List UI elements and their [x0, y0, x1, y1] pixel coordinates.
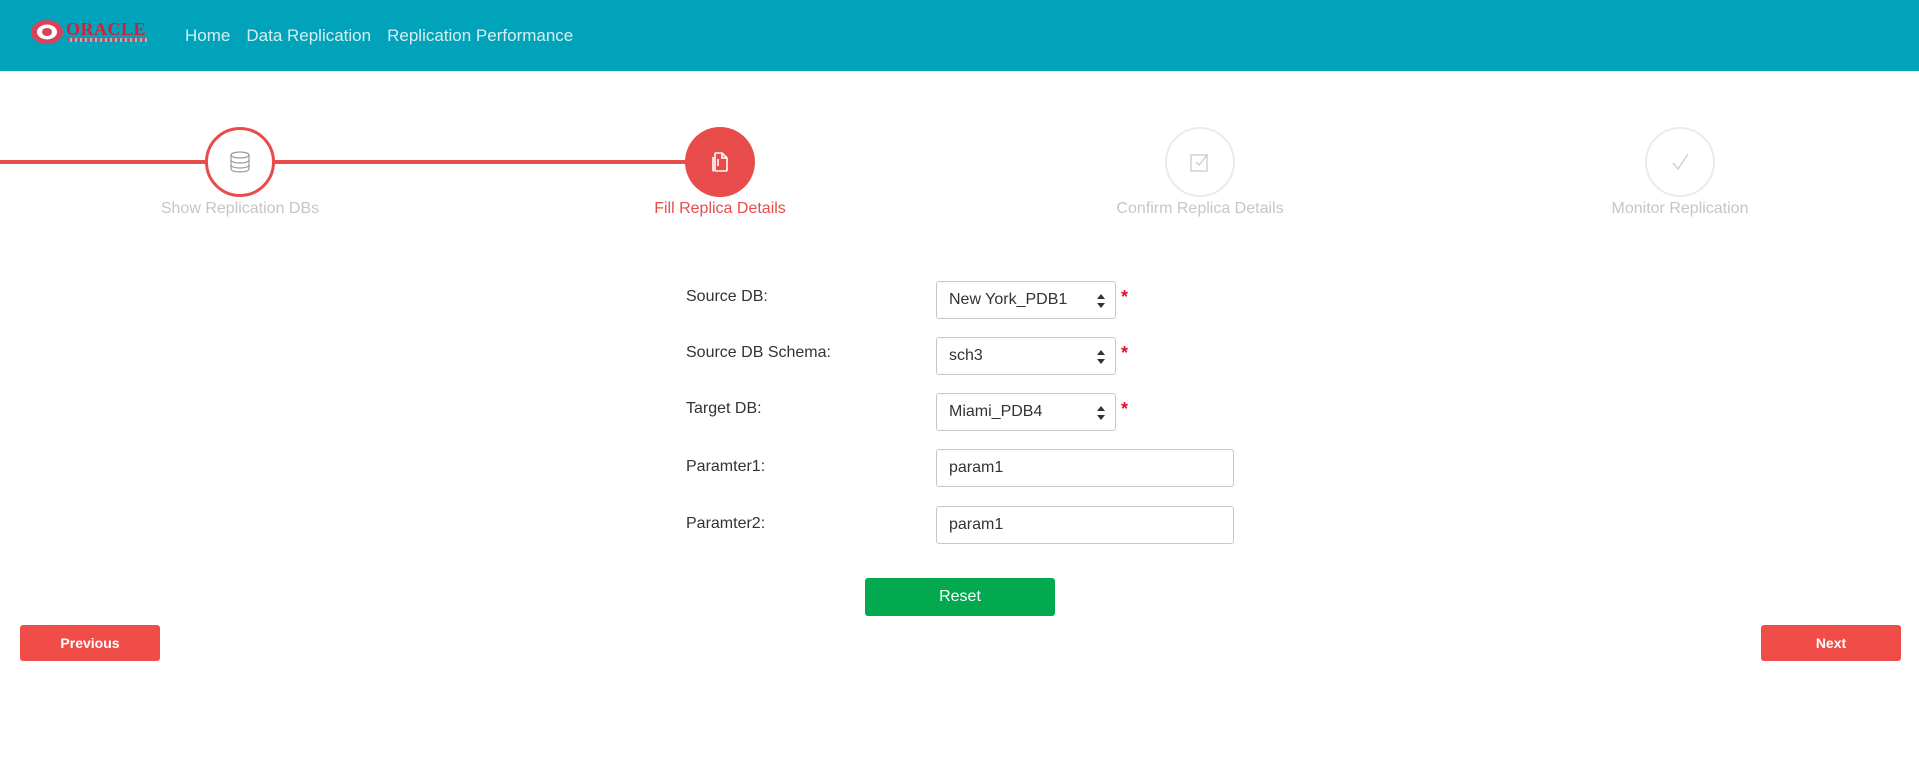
select-arrows-icon	[1097, 294, 1105, 308]
param2-label: Paramter2:	[686, 515, 766, 532]
top-navbar: ORACLE Home Data Replication Replication…	[0, 0, 1919, 71]
logo-wordmark: ORACLE	[66, 19, 147, 39]
nav-link-data-replication[interactable]: Data Replication	[246, 26, 371, 46]
target-db-select[interactable]: Miami_PDB4	[936, 393, 1116, 431]
param2-input[interactable]	[936, 506, 1234, 544]
step-4-circle[interactable]	[1645, 127, 1715, 197]
check-icon	[1672, 153, 1689, 171]
select-arrows-icon	[1097, 406, 1105, 420]
nav-links: Home Data Replication Replication Perfor…	[185, 0, 589, 71]
database-icon	[230, 151, 250, 173]
select-arrows-icon	[1097, 350, 1105, 364]
source-db-select[interactable]: New York_PDB1	[936, 281, 1116, 319]
param1-label: Paramter1:	[686, 458, 766, 475]
source-schema-value: sch3	[949, 347, 983, 364]
step-3-label: Confirm Replica Details	[1116, 200, 1284, 217]
reset-button[interactable]: Reset	[865, 578, 1055, 616]
target-db-value: Miami_PDB4	[949, 403, 1043, 420]
param1-input[interactable]	[936, 449, 1234, 487]
checkbox-icon	[1190, 153, 1209, 172]
step-3-circle[interactable]	[1165, 127, 1235, 197]
step-2-label: Fill Replica Details	[654, 200, 786, 217]
nav-link-home[interactable]: Home	[185, 26, 230, 46]
required-marker: *	[1121, 287, 1129, 307]
step-4-label: Monitor Replication	[1611, 200, 1749, 217]
target-db-label: Target DB:	[686, 400, 762, 417]
logo-tagline	[67, 38, 147, 42]
progress-line	[0, 160, 720, 164]
step-2-circle[interactable]	[685, 127, 755, 197]
source-schema-select[interactable]: sch3	[936, 337, 1116, 375]
oracle-logo[interactable]: ORACLE	[30, 18, 148, 46]
required-marker: *	[1121, 343, 1129, 363]
document-icon	[712, 152, 728, 172]
required-marker: *	[1121, 399, 1129, 419]
step-1-label: Show Replication DBs	[160, 200, 320, 217]
source-db-label: Source DB:	[686, 288, 768, 305]
nav-link-replication-performance[interactable]: Replication Performance	[387, 26, 573, 46]
source-schema-label: Source DB Schema:	[686, 344, 831, 361]
source-db-value: New York_PDB1	[949, 291, 1068, 308]
next-button[interactable]: Next	[1761, 625, 1901, 661]
previous-button[interactable]: Previous	[20, 625, 160, 661]
step-1-circle[interactable]	[205, 127, 275, 197]
